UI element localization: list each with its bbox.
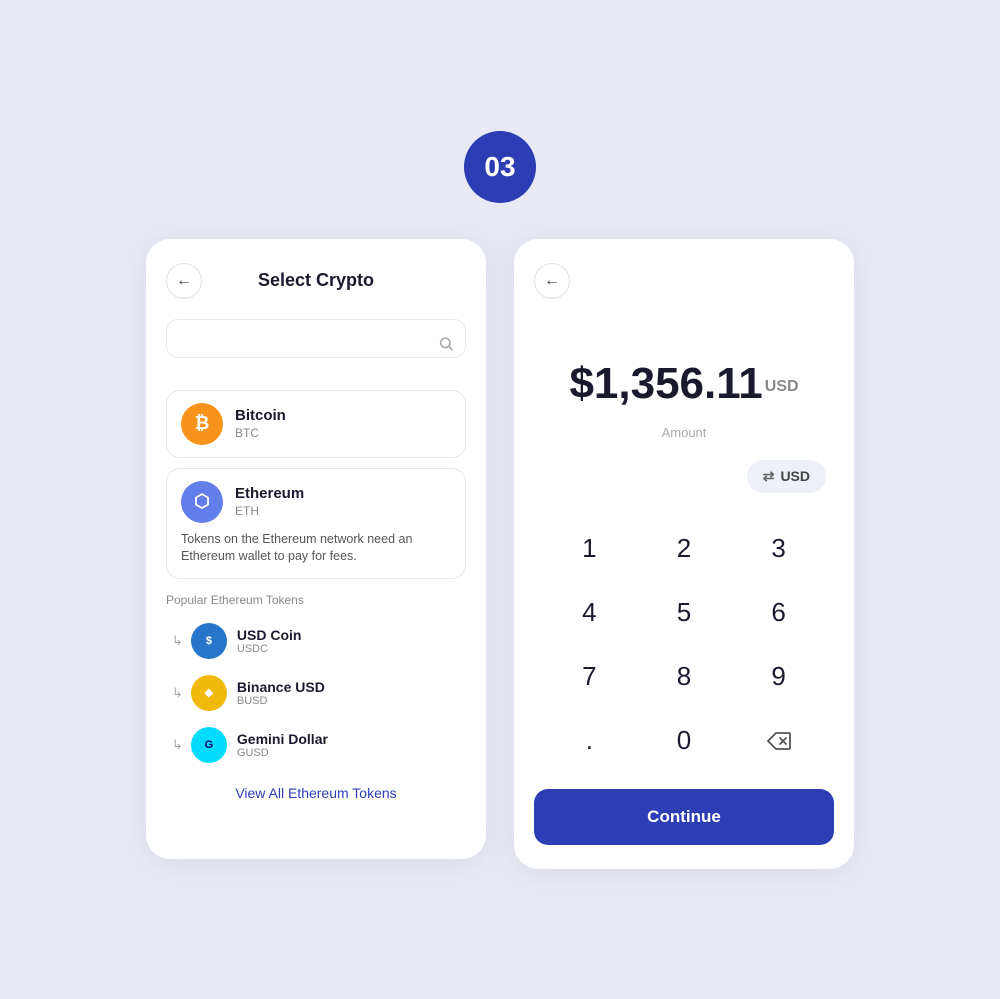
bitcoin-icon: ₿ (181, 403, 223, 445)
panels-container: ← Select Crypto ₿ Bitcoin BTC (146, 239, 854, 869)
amount-label: Amount (534, 425, 834, 440)
key-3[interactable]: 3 (731, 517, 826, 581)
continue-button[interactable]: Continue (534, 789, 834, 845)
token-arrow-gusd: ↳ (172, 737, 183, 753)
select-crypto-panel: ← Select Crypto ₿ Bitcoin BTC (146, 239, 486, 859)
key-1[interactable]: 1 (542, 517, 637, 581)
step-number: 03 (484, 151, 515, 183)
usdc-item[interactable]: ↳ $ USD Coin USDC (166, 615, 466, 667)
bitcoin-info: Bitcoin BTC (235, 407, 286, 440)
usdc-icon: $ (191, 623, 227, 659)
bitcoin-symbol: BTC (235, 426, 286, 440)
key-2[interactable]: 2 (637, 517, 732, 581)
key-0[interactable]: 0 (637, 709, 732, 773)
back-button[interactable]: ← (166, 263, 202, 299)
key-9[interactable]: 9 (731, 645, 826, 709)
key-5[interactable]: 5 (637, 581, 732, 645)
popular-label: Popular Ethereum Tokens (166, 593, 466, 607)
search-wrapper (166, 319, 466, 374)
amount-currency: USD (765, 378, 799, 395)
ethereum-section: ⬡ Ethereum ETH Tokens on the Ethereum ne… (166, 468, 466, 579)
key-backspace[interactable] (731, 709, 826, 773)
gusd-item[interactable]: ↳ G Gemini Dollar GUSD (166, 719, 466, 771)
key-dot[interactable]: . (542, 709, 637, 773)
gusd-info: Gemini Dollar GUSD (237, 731, 328, 759)
ethereum-row[interactable]: ⬡ Ethereum ETH (181, 481, 451, 523)
search-icon (438, 336, 454, 357)
amount-panel: ← $1,356.11USD Amount ⇄ USD 1 2 3 4 5 6 … (514, 239, 854, 869)
search-input[interactable] (166, 319, 466, 358)
bitcoin-item[interactable]: ₿ Bitcoin BTC (166, 390, 466, 458)
amount-panel-header: ← (534, 263, 834, 299)
numpad: 1 2 3 4 5 6 7 8 9 . 0 (534, 517, 834, 773)
amount-value: $1,356.11 (569, 359, 762, 408)
gusd-icon: G (191, 727, 227, 763)
key-7[interactable]: 7 (542, 645, 637, 709)
amount-display: $1,356.11USD (534, 359, 834, 409)
key-6[interactable]: 6 (731, 581, 826, 645)
bitcoin-name: Bitcoin (235, 407, 286, 424)
ethereum-symbol: ETH (235, 504, 304, 518)
view-all-tokens-link[interactable]: View All Ethereum Tokens (166, 785, 466, 801)
ethereum-icon: ⬡ (181, 481, 223, 523)
key-8[interactable]: 8 (637, 645, 732, 709)
ethereum-info: Ethereum ETH (235, 485, 304, 518)
panel-header: ← Select Crypto (166, 263, 466, 299)
swap-icon: ⇄ (763, 468, 775, 485)
token-arrow-busd: ↳ (172, 685, 183, 701)
ethereum-name: Ethereum (235, 485, 304, 502)
panel-title: Select Crypto (258, 270, 374, 291)
amount-back-button[interactable]: ← (534, 263, 570, 299)
currency-toggle-wrapper: ⇄ USD (534, 460, 834, 493)
currency-toggle-button[interactable]: ⇄ USD (747, 460, 826, 493)
busd-icon: ◆ (191, 675, 227, 711)
currency-toggle-label: USD (780, 468, 810, 484)
token-arrow-usdc: ↳ (172, 633, 183, 649)
busd-item[interactable]: ↳ ◆ Binance USD BUSD (166, 667, 466, 719)
key-4[interactable]: 4 (542, 581, 637, 645)
busd-info: Binance USD BUSD (237, 679, 325, 707)
step-badge: 03 (464, 131, 536, 203)
ethereum-description: Tokens on the Ethereum network need an E… (181, 531, 451, 566)
usdc-info: USD Coin USDC (237, 627, 302, 655)
